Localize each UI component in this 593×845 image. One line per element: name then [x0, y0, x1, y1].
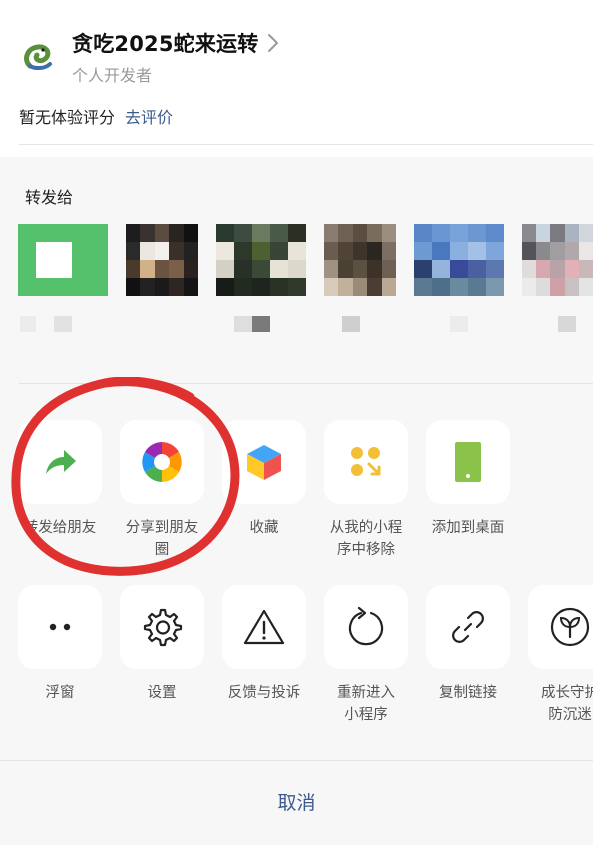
favorite-button[interactable]: 收藏	[213, 420, 315, 539]
rating-text: 暂无体验评分	[19, 108, 116, 127]
copy-link-button[interactable]: 复制链接	[417, 585, 519, 704]
favorite-tile[interactable]	[222, 420, 306, 504]
reenter-tile[interactable]	[324, 585, 408, 669]
share-to-friend-tile[interactable]	[18, 420, 102, 504]
share-to-friend-label: 转发给朋友	[23, 520, 97, 536]
float-window-button[interactable]: 浮窗	[9, 585, 111, 704]
contact-list	[0, 224, 593, 334]
pixelated-avatar[interactable]	[216, 224, 306, 296]
rating-row: 暂无体验评分 去评价	[19, 104, 173, 128]
add-to-desktop-tile[interactable]	[426, 420, 510, 504]
feedback-label: 反馈与投诉	[227, 685, 301, 701]
contact-name-blurred	[414, 314, 504, 334]
divider	[19, 144, 593, 145]
share-to-moments-button[interactable]: 分享到朋友 圈	[111, 420, 213, 561]
green-square-avatar[interactable]	[18, 224, 108, 296]
share-to-friend-button[interactable]: 转发给朋友	[9, 420, 111, 539]
pixelated-avatar[interactable]	[522, 224, 593, 296]
share-to-moments-label: 分享到朋友 圈	[125, 520, 199, 558]
contact-item[interactable]	[126, 224, 198, 334]
remove-miniprogram-tile[interactable]	[324, 420, 408, 504]
chevron-right-icon[interactable]	[264, 32, 282, 54]
contact-name-blurred	[18, 314, 108, 334]
add-to-desktop-label: 添加到桌面	[431, 520, 505, 536]
link-icon	[452, 611, 484, 643]
share-to-moments-tile[interactable]	[120, 420, 204, 504]
float-window-icon	[49, 623, 71, 631]
contact-item[interactable]	[18, 224, 108, 334]
contact-name-blurred	[324, 314, 414, 334]
settings-tile[interactable]	[120, 585, 204, 669]
remove-from-my-miniprograms-button[interactable]: 从我的小程 序中移除	[315, 420, 417, 561]
contact-item[interactable]	[522, 224, 593, 334]
settings-label: 设置	[147, 685, 177, 701]
float-window-tile[interactable]	[18, 585, 102, 669]
feedback-button[interactable]: 反馈与投诉	[213, 585, 315, 704]
contact-item[interactable]	[216, 224, 306, 334]
growth-guard-tile[interactable]	[528, 585, 593, 669]
contact-item[interactable]	[324, 224, 396, 334]
developer-label: 个人开发者	[72, 66, 153, 85]
app-header: 贪吃2025蛇来运转 个人开发者 暂无体验评分 去评价	[0, 0, 593, 157]
cube-icon	[247, 445, 281, 480]
app-logo-icon	[20, 39, 56, 75]
phone-icon	[455, 442, 481, 482]
contact-item[interactable]	[414, 224, 504, 334]
reenter-miniprogram-button[interactable]: 重新进入 小程序	[315, 585, 417, 726]
float-window-label: 浮窗	[45, 685, 75, 701]
gear-icon	[143, 608, 183, 647]
cancel-bar: 取消	[0, 760, 593, 845]
pixelated-avatar[interactable]	[324, 224, 396, 296]
remove-miniprogram-icon	[351, 447, 381, 476]
moments-aperture-icon	[142, 442, 182, 482]
reenter-label: 重新进入 小程序	[337, 685, 395, 723]
contact-name-blurred	[522, 314, 593, 334]
growth-guard-button[interactable]: 成长守护 防沉迷	[519, 585, 593, 726]
remove-miniprogram-label: 从我的小程 序中移除	[329, 520, 403, 558]
app-title[interactable]: 贪吃2025蛇来运转	[72, 28, 258, 58]
copy-link-label: 复制链接	[439, 685, 497, 701]
feedback-tile[interactable]	[222, 585, 306, 669]
warning-icon	[243, 609, 285, 645]
sprout-icon	[550, 607, 590, 647]
favorite-label: 收藏	[249, 520, 279, 536]
cancel-button[interactable]: 取消	[0, 761, 593, 845]
add-to-desktop-button[interactable]: 添加到桌面	[417, 420, 519, 539]
growth-guard-label: 成长守护 防沉迷	[541, 685, 593, 723]
rate-link[interactable]: 去评价	[125, 108, 173, 127]
pixelated-avatar[interactable]	[414, 224, 504, 296]
settings-button[interactable]: 设置	[111, 585, 213, 704]
divider	[19, 383, 593, 384]
copy-link-tile[interactable]	[426, 585, 510, 669]
contact-name-blurred	[216, 314, 306, 334]
pixelated-avatar[interactable]	[126, 224, 198, 296]
reload-icon	[348, 606, 384, 646]
share-section-title: 转发给	[25, 188, 74, 207]
share-arrow-icon	[46, 450, 76, 474]
